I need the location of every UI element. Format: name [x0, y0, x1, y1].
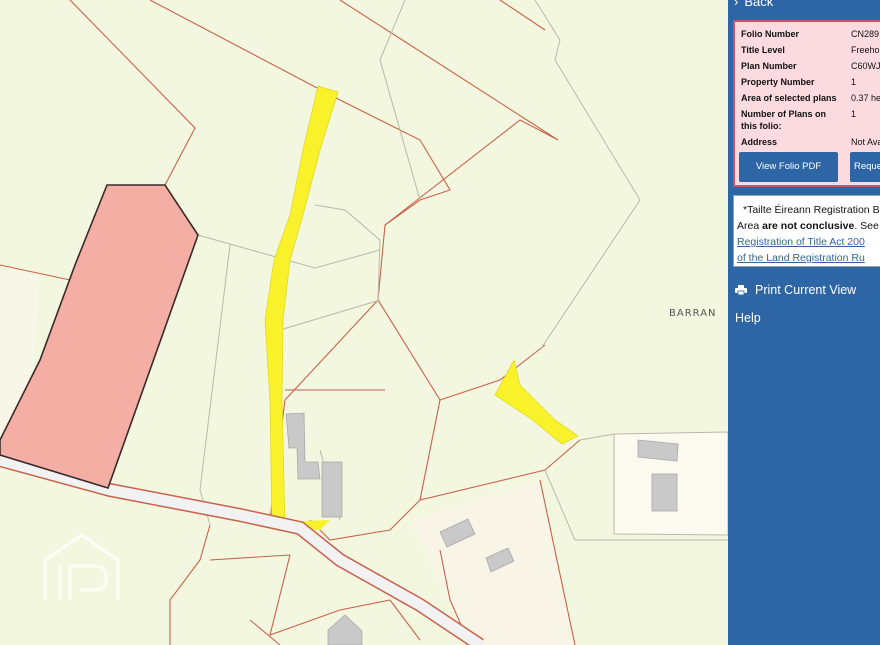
view-folio-pdf-button[interactable]: View Folio PDF	[739, 152, 838, 182]
help-link[interactable]: Help	[735, 311, 761, 325]
chevron-right-icon: ›	[734, 0, 739, 9]
print-current-view-button[interactable]: Print Current View	[735, 283, 856, 297]
info-row-title-level: Title Level Freeho	[741, 45, 880, 55]
printer-icon	[735, 285, 747, 295]
info-row-property-number: Property Number 1	[741, 77, 857, 87]
info-row-address: Address Not Ava	[741, 137, 880, 147]
info-row-folio-number: Folio Number CN289	[741, 29, 880, 39]
back-button[interactable]: › Back	[734, 0, 773, 9]
map-canvas[interactable]	[0, 0, 728, 645]
folio-info-card: Folio Number CN289 Title Level Freeho Plan…	[733, 20, 880, 187]
map-view[interactable]: BARRAN	[0, 0, 728, 645]
info-row-number-of-plans: Number of Plans on this folio:1	[741, 109, 857, 131]
back-label: Back	[744, 0, 774, 9]
request-button[interactable]: Reque	[850, 152, 880, 182]
registration-act-link[interactable]: Registration of Title Act 200	[737, 234, 880, 250]
info-row-plan-number: Plan Number C60WJ	[741, 61, 880, 71]
land-registration-rules-link[interactable]: of the Land Registration Ru	[737, 250, 880, 266]
place-label-barran: BARRAN	[669, 308, 717, 319]
registration-notice: *Tailte Éireann Registration Bo Area are…	[733, 195, 880, 267]
info-row-area: Area of selected plans 0.37 he	[741, 93, 880, 103]
